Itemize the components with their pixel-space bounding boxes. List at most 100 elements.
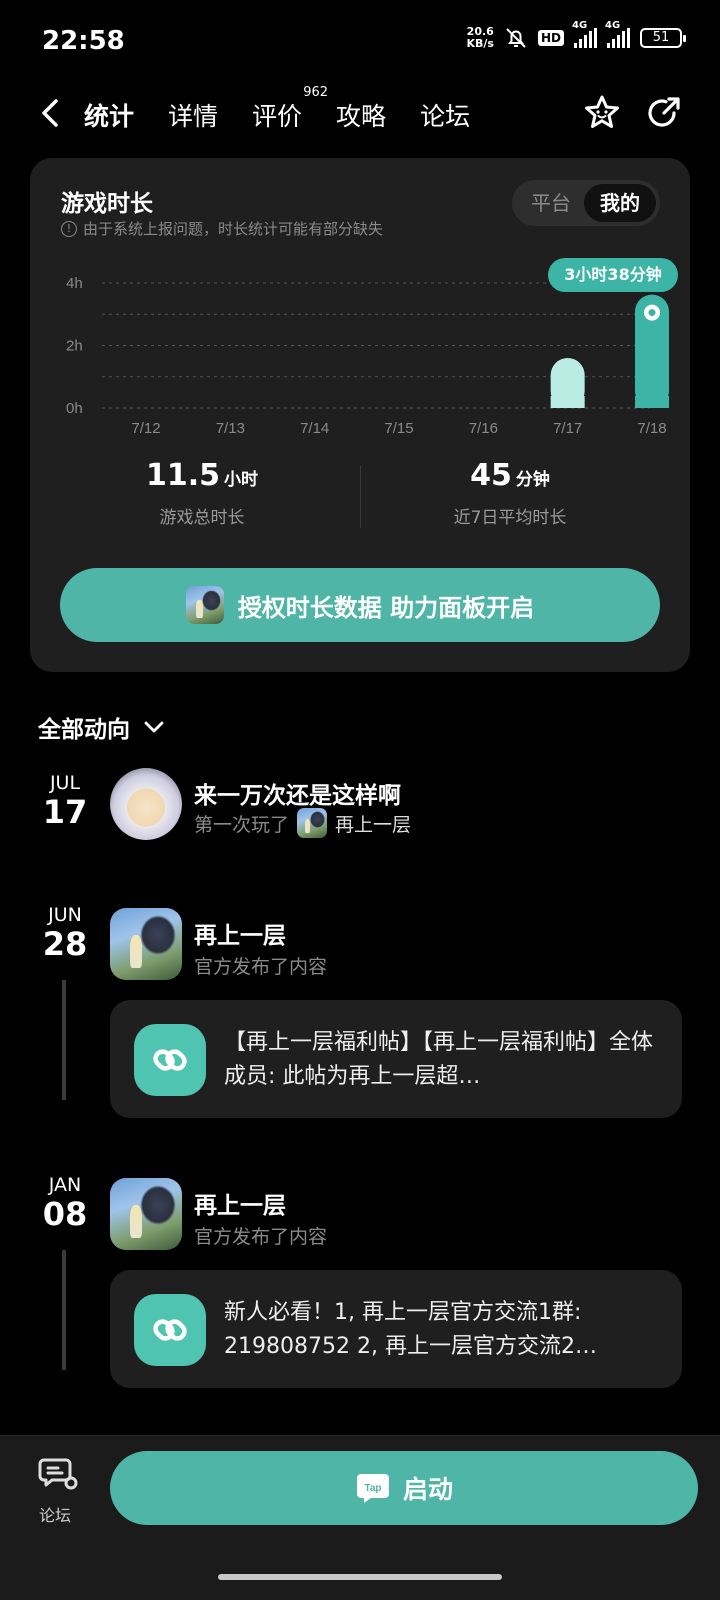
entry-subtitle: 官方发布了内容 <box>194 956 328 978</box>
signal-icon: 4G <box>572 20 597 48</box>
total-value: 11.5 <box>145 458 221 493</box>
link-icon <box>134 1294 206 1366</box>
back-arrow-icon[interactable] <box>38 97 62 129</box>
playtime-stats: 11.5 小时 游戏总时长 45 分钟 近7日平均时长 <box>30 458 690 538</box>
network-type: 4G <box>572 20 588 31</box>
entry-title[interactable]: 来一万次还是这样啊 <box>194 776 401 810</box>
signal-icon: 4G <box>605 20 630 48</box>
entry-title[interactable]: 再上一层 <box>194 916 286 950</box>
average-label: 近7日平均时长 <box>453 508 567 528</box>
entry-action: 第一次玩了 <box>194 813 290 836</box>
x-tick-label: 7/13 <box>216 420 245 437</box>
network-type: 4G <box>605 20 621 31</box>
post-preview: 新人必看！1, 再上一层官方交流1群: 219808752 2, 再上一层官方交… <box>224 1300 597 1359</box>
battery-level: 51 <box>652 30 670 45</box>
status-icons: 20.6 KB/s HD 4G 4G 51 <box>467 20 686 50</box>
status-bar: 22:58 20.6 KB/s HD 4G 4G 51 <box>0 0 720 80</box>
x-tick-label: 7/16 <box>469 420 498 437</box>
x-tick-label: 7/15 <box>384 420 413 437</box>
tab-bar: 统计 详情 评价 962 攻略 论坛 <box>81 85 470 139</box>
tab-label: 统计 <box>84 102 135 131</box>
x-tick-label: 7/17 <box>553 420 582 437</box>
entry-title[interactable]: 再上一层 <box>194 1186 286 1220</box>
x-tick-label: 7/12 <box>131 420 160 437</box>
tab-guides[interactable]: 攻略 <box>336 97 386 133</box>
chat-bubble-icon <box>38 1458 78 1490</box>
average-playtime: 45 分钟 近7日平均时长 <box>360 458 660 528</box>
note-text: 由于系统上报问题，时长统计可能有部分缺失 <box>83 220 384 238</box>
entry-subtitle: 第一次玩了 再上一层 <box>194 808 411 838</box>
tap-logo-icon: Tap <box>356 1474 389 1503</box>
entry-subtitle: 官方发布了内容 <box>194 1226 328 1248</box>
tab-label: 攻略 <box>336 102 387 131</box>
tab-stats[interactable]: 统计 <box>81 97 137 139</box>
y-tick-label: 0h <box>66 400 83 417</box>
battery-icon: 51 <box>640 28 686 48</box>
forum-button[interactable]: 论坛 <box>38 1456 78 1526</box>
average-unit: 分钟 <box>515 470 550 490</box>
launch-button[interactable]: Tap 启动 <box>110 1451 698 1525</box>
post-card[interactable]: 【再上一层福利帖】【再上一层福利帖】全体成员: 此帖为再上一层超… <box>110 1000 682 1118</box>
clock: 22:58 <box>42 26 125 56</box>
authorize-data-button[interactable]: 授权时长数据 助力面板开启 <box>60 568 660 642</box>
total-unit: 小时 <box>224 470 259 490</box>
net-speed-unit: KB/s <box>466 37 494 50</box>
entry-month: JUN <box>48 904 82 926</box>
info-icon: ! <box>61 220 77 237</box>
star-face-icon[interactable] <box>582 93 622 133</box>
entry-month: JAN <box>48 1174 82 1196</box>
entry-date: JUN 28 <box>30 904 100 962</box>
total-label: 游戏总时长 <box>159 508 245 528</box>
link-icon <box>134 1024 206 1096</box>
x-tick-label: 7/14 <box>300 420 329 437</box>
y-tick-label: 2h <box>66 338 83 355</box>
entry-day: 08 <box>42 1195 88 1233</box>
toggle-platform[interactable]: 平台 <box>522 184 580 222</box>
forum-label: 论坛 <box>38 1506 71 1525</box>
game-avatar[interactable] <box>110 908 182 980</box>
chevron-down-icon <box>144 721 164 733</box>
post-card[interactable]: 新人必看！1, 再上一层官方交流1群: 219808752 2, 再上一层官方交… <box>110 1270 682 1388</box>
tab-forum[interactable]: 论坛 <box>420 97 470 133</box>
game-icon <box>185 586 224 624</box>
net-speed: 20.6 KB/s <box>467 26 494 50</box>
top-nav: 统计 详情 评价 962 攻略 论坛 <box>0 85 720 145</box>
chart-bar-base <box>635 396 669 408</box>
y-tick-label: 4h <box>66 275 83 292</box>
game-icon <box>297 808 328 838</box>
tab-label: 论坛 <box>420 102 471 131</box>
chart-tooltip: 3小时38分钟 <box>548 258 678 292</box>
source-toggle: 平台 我的 <box>512 180 660 226</box>
timeline-line <box>62 1250 66 1370</box>
playtime-card: 游戏时长 ! 由于系统上报问题，时长统计可能有部分缺失 平台 我的 4h 2h 0h… <box>30 158 690 672</box>
home-indicator[interactable] <box>218 1574 502 1580</box>
activity-filter[interactable]: 全部动向 <box>38 710 166 744</box>
entry-month: JUL <box>49 772 81 794</box>
toggle-mine[interactable]: 我的 <box>584 184 656 222</box>
tab-label: 评价 <box>252 102 303 131</box>
timeline-line <box>62 980 66 1100</box>
filter-label: 全部动向 <box>38 717 130 743</box>
chart-point-center <box>648 309 656 317</box>
review-count-badge: 962 <box>303 85 329 100</box>
tab-label: 详情 <box>168 102 219 131</box>
card-title: 游戏时长 <box>61 191 153 217</box>
post-preview: 【再上一层福利帖】【再上一层福利帖】全体成员: 此帖为再上一层超… <box>224 1030 654 1089</box>
x-tick-label: 7/18 <box>637 420 666 437</box>
average-value: 45 <box>470 458 512 493</box>
entry-day: 28 <box>42 925 88 963</box>
launch-label: 启动 <box>402 1475 453 1504</box>
entry-date: JUL 17 <box>30 772 100 830</box>
card-note: ! 由于系统上报问题，时长统计可能有部分缺失 <box>61 218 383 239</box>
game-avatar[interactable] <box>110 1178 182 1250</box>
share-icon[interactable] <box>644 93 684 133</box>
game-name[interactable]: 再上一层 <box>335 810 411 837</box>
bell-muted-icon <box>506 28 526 48</box>
tab-reviews[interactable]: 评价 962 <box>252 85 328 133</box>
entry-date: JAN 08 <box>30 1174 100 1232</box>
hd-badge: HD <box>537 30 564 46</box>
tab-details[interactable]: 详情 <box>168 97 218 133</box>
avatar[interactable] <box>110 768 182 840</box>
authorize-label: 授权时长数据 助力面板开启 <box>237 593 535 622</box>
total-playtime: 11.5 小时 游戏总时长 <box>52 458 352 528</box>
